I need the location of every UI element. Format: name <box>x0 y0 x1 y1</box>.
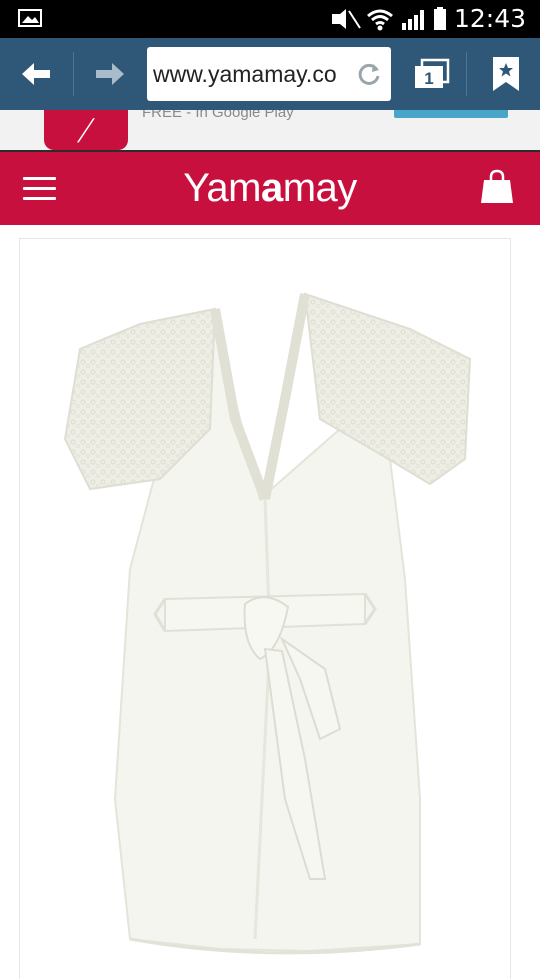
toolbar-divider <box>73 52 74 96</box>
bookmark-icon <box>493 57 519 91</box>
url-text[interactable]: www.yamamay.co <box>153 61 337 88</box>
back-button[interactable] <box>10 48 62 100</box>
brand-logo-bold: a <box>260 166 283 210</box>
status-time: 12:43 <box>453 4 526 33</box>
system-status-icons <box>332 7 446 31</box>
battery-icon <box>434 7 446 30</box>
signal-icon <box>402 10 424 30</box>
wifi-icon <box>367 9 393 31</box>
site-header: Yam a may <box>0 152 540 225</box>
shopping-bag-icon[interactable] <box>480 169 514 205</box>
url-bar[interactable]: www.yamamay.co <box>147 47 391 101</box>
back-arrow-icon <box>22 63 50 85</box>
gallery-icon <box>18 9 42 27</box>
brand-logo-suffix: may <box>282 166 358 210</box>
install-button[interactable] <box>394 110 508 118</box>
app-install-banner[interactable]: / FREE - In Google Play <box>0 110 540 152</box>
tabs-icon: 1 <box>415 58 450 88</box>
brand-logo[interactable]: Yam a may <box>0 152 540 225</box>
mute-icon <box>332 9 361 29</box>
tab-count: 1 <box>424 69 433 88</box>
tabs-button[interactable]: 1 <box>406 48 458 100</box>
forward-button[interactable] <box>84 48 136 100</box>
bookmark-button[interactable] <box>480 48 532 100</box>
product-content <box>0 225 540 979</box>
product-card[interactable] <box>19 238 511 979</box>
status-bar: 12:43 <box>0 0 540 38</box>
reload-icon[interactable] <box>355 60 383 88</box>
forward-arrow-icon <box>96 63 124 85</box>
brand-logo-prefix: Yam <box>183 166 261 210</box>
browser-toolbar: www.yamamay.co 1 <box>0 38 540 112</box>
toolbar-divider <box>466 52 467 96</box>
app-store-text: FREE - In Google Play <box>142 110 294 121</box>
product-image[interactable] <box>20 239 510 979</box>
app-icon[interactable]: / <box>44 110 128 150</box>
